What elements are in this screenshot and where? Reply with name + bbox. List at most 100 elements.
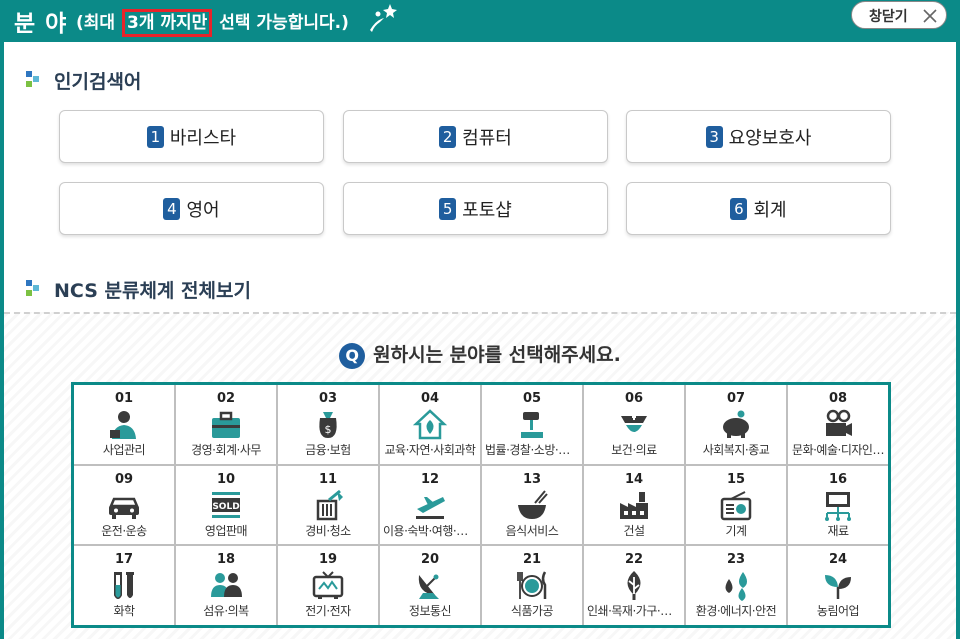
satellite-dish-icon	[418, 574, 439, 600]
category-label: 농림어업	[816, 604, 860, 619]
ncs-category-18[interactable]: 18 섬유·의복	[176, 546, 276, 625]
category-number: 20	[420, 552, 440, 568]
close-button[interactable]: 창닫기	[851, 1, 947, 29]
category-label: 인쇄·목재·가구·공…	[587, 604, 681, 619]
trash-bin-icon	[316, 489, 343, 520]
keyword-rank: 3	[705, 125, 723, 148]
gavel-icon	[521, 412, 543, 438]
bowl-icon	[518, 490, 548, 519]
ncs-category-13[interactable]: 13 음식서비스	[482, 465, 582, 545]
tv-icon	[312, 571, 344, 600]
category-number: 23	[726, 552, 746, 568]
ncs-title-text: NCS 분류체계 전체보기	[54, 280, 251, 302]
category-number: 06	[624, 391, 644, 406]
piggy-bank-icon	[723, 410, 749, 438]
category-label: 경영·회계·사무	[191, 443, 261, 457]
category-number: 12	[420, 471, 440, 487]
ncs-category-14[interactable]: 14 건설	[584, 465, 684, 545]
ncs-category-12[interactable]: 12 이용·숙박·여행·오…	[380, 465, 480, 545]
subtitle-before: (최대	[76, 13, 116, 33]
ncs-category-17[interactable]: 17 화학	[74, 546, 174, 625]
ncs-category-03[interactable]: 03 $ 금융·보험	[278, 385, 378, 464]
category-number: 14	[624, 471, 644, 487]
category-number: 24	[828, 552, 848, 568]
keyword-rank: 4	[163, 197, 181, 220]
category-number: 17	[114, 552, 134, 568]
water-drop-icon	[725, 572, 747, 602]
ncs-category-04[interactable]: 04 교육·자연·사회과학	[380, 385, 480, 464]
category-number: 04	[420, 391, 440, 406]
popular-keyword-5[interactable]: 5 포토샵	[343, 182, 608, 235]
category-label: 기계	[725, 523, 747, 538]
category-label: 경비·청소	[305, 523, 351, 538]
ncs-category-24[interactable]: 24 농림어업	[788, 546, 888, 625]
ncs-category-21[interactable]: 21 식품가공	[482, 546, 582, 625]
people-icon	[211, 573, 242, 598]
category-label: 법률·경찰·소방·교…	[485, 443, 579, 457]
ncs-category-02[interactable]: 02 경영·회계·사무	[176, 385, 276, 464]
radio-icon	[720, 490, 752, 520]
category-label: 재료	[827, 523, 849, 538]
category-label: 환경·에너지·안전	[695, 604, 777, 619]
keyword-label: 영어	[186, 199, 220, 221]
popular-keyword-3[interactable]: 3 요양보호사	[626, 110, 891, 163]
ncs-category-23[interactable]: 23 환경·에너지·안전	[686, 546, 786, 625]
factory-icon	[620, 491, 648, 519]
category-number: 05	[522, 391, 542, 406]
ncs-category-22[interactable]: 22 인쇄·목재·가구·공…	[584, 546, 684, 625]
popular-keyword-6[interactable]: 6 회계	[626, 182, 891, 235]
ncs-category-08[interactable]: 08 문화·예술·디자인…	[788, 385, 888, 464]
close-button-label: 창닫기	[869, 9, 908, 25]
category-number: 03	[318, 391, 338, 406]
keyword-label: 요양보호사	[728, 127, 812, 149]
ncs-category-grid: 01 사업관리 02 경영·회계·사무 03 $ 금융·보험 04 교육·자연·사회과학 05 법률…	[71, 382, 891, 628]
popup-header: 분 야 (최대 3개 까지만 선택 가능합니다.) 창닫기	[0, 0, 960, 42]
keyword-label: 회계	[753, 199, 787, 221]
ncs-category-20[interactable]: 20 정보통신	[380, 546, 480, 625]
category-number: 22	[624, 552, 644, 568]
ncs-category-19[interactable]: 19 전기·전자	[278, 546, 378, 625]
category-label: 음식서비스	[505, 523, 559, 538]
ncs-category-07[interactable]: 07 사회복지·종교	[686, 385, 786, 464]
category-label: 화학	[113, 604, 135, 619]
keyword-rank: 6	[730, 197, 748, 220]
ncs-category-16[interactable]: 16 재료	[788, 465, 888, 545]
ncs-category-01[interactable]: 01 사업관리	[74, 385, 174, 464]
category-label: 전기·전자	[305, 604, 351, 619]
category-label: 정보통신	[408, 604, 452, 619]
section-bullet-icon	[26, 280, 39, 296]
nurse-icon	[621, 415, 647, 432]
svg-text:$: $	[325, 423, 332, 436]
ncs-category-11[interactable]: 11 경비·청소	[278, 465, 378, 545]
question-icon: Q	[339, 343, 366, 369]
keyword-rank: 1	[146, 125, 164, 148]
ncs-category-10[interactable]: 10 SOLD 영업판매	[176, 465, 276, 545]
category-label: 교육·자연·사회과학	[384, 443, 476, 457]
test-tube-icon	[114, 572, 134, 600]
category-label: 섬유·의복	[203, 604, 249, 619]
ncs-category-06[interactable]: 06 보건·의료	[584, 385, 684, 464]
category-label: 사회복지·종교	[702, 443, 770, 457]
popup-title: 분 야	[14, 11, 68, 37]
ncs-category-15[interactable]: 15 기계	[686, 465, 786, 545]
subtitle-highlight: 3개 까지만	[121, 9, 213, 37]
keyword-label: 포토샵	[462, 199, 512, 221]
ncs-category-09[interactable]: 09 운전·운송	[74, 465, 174, 545]
category-number: 11	[318, 471, 338, 487]
category-label: 금융·보험	[305, 443, 351, 457]
popular-keyword-4[interactable]: 4 영어	[59, 182, 324, 235]
category-number: 15	[726, 471, 746, 487]
category-number: 01	[114, 391, 134, 406]
question-heading: Q 원하시는 분야를 선택해주세요.	[4, 340, 956, 369]
category-number: 19	[318, 552, 338, 568]
popular-keyword-1[interactable]: 1 바리스타	[59, 110, 324, 163]
category-label: 이용·숙박·여행·오…	[383, 523, 477, 538]
popular-keyword-2[interactable]: 2 컴퓨터	[343, 110, 608, 163]
ncs-category-05[interactable]: 05 법률·경찰·소방·교…	[482, 385, 582, 464]
briefcase-icon	[212, 411, 240, 438]
close-icon	[923, 9, 937, 23]
question-text: 원하시는 분야를 선택해주세요.	[373, 344, 621, 366]
money-bag-icon: $	[319, 412, 337, 438]
plate-cutlery-icon	[517, 571, 547, 600]
monitor-network-icon	[825, 491, 851, 521]
